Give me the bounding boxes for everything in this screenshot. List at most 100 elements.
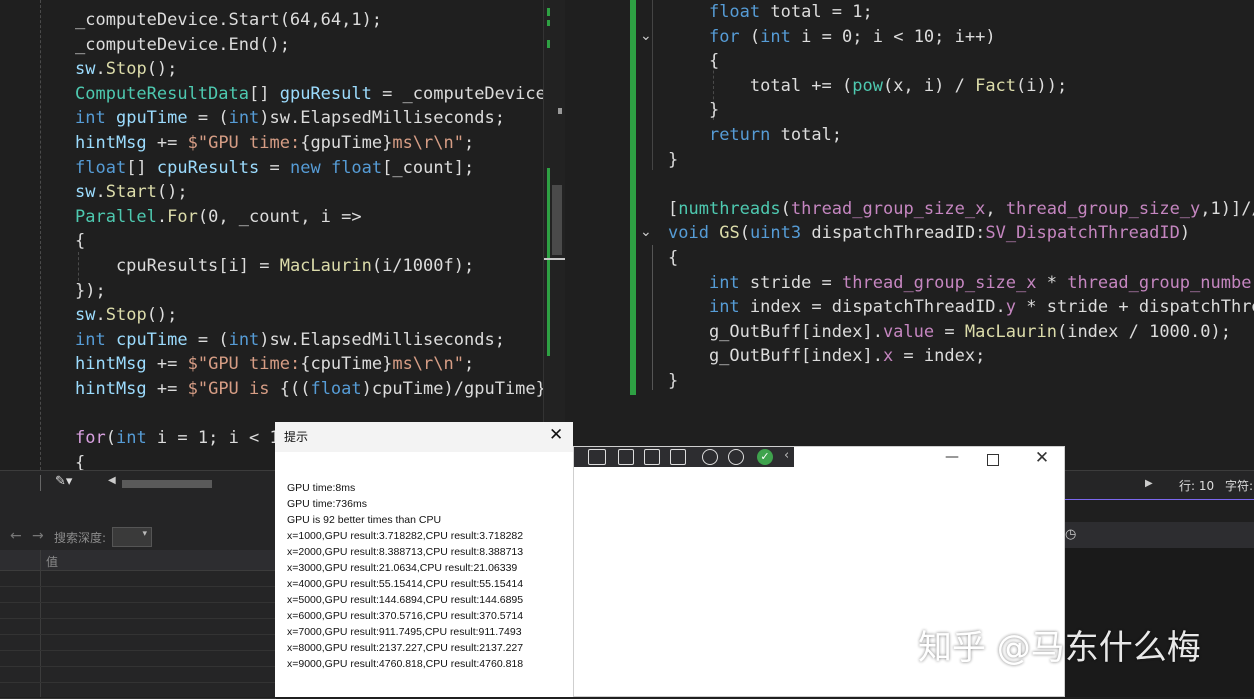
code-line: } bbox=[668, 369, 678, 394]
clock-icon[interactable]: ◷ bbox=[1065, 527, 1076, 542]
code-token: += bbox=[146, 354, 188, 375]
code-token: int bbox=[228, 108, 260, 129]
code-token: = bbox=[934, 321, 965, 342]
code-token: (i/1000f); bbox=[371, 256, 475, 276]
minimize-button[interactable]: — bbox=[940, 449, 964, 471]
dialog-text-line: GPU is 92 better times than CPU bbox=[287, 514, 442, 526]
locals-header bbox=[0, 550, 276, 571]
scrollbar-thumb[interactable] bbox=[552, 185, 562, 255]
code-token: new bbox=[289, 157, 321, 178]
code-token: cpuTime bbox=[115, 329, 188, 350]
right-status-bar: ▶ 行: 10 字符: bbox=[1065, 470, 1254, 501]
code-token: { bbox=[75, 231, 86, 252]
message-dialog[interactable]: 提示 ✕ GPU time:8ms GPU time:736ms GPU is 92… bbox=[275, 422, 573, 697]
code-line: } bbox=[668, 98, 719, 123]
right-code-editor[interactable]: ⌄ ⌄ float total = 1; for (int i = 0; i <… bbox=[598, 0, 1254, 470]
code-token: ( bbox=[739, 223, 750, 244]
locals-row[interactable] bbox=[0, 587, 276, 603]
code-token: float bbox=[330, 157, 383, 178]
code-token: ComputeResultData bbox=[75, 83, 249, 104]
code-token: hintMsg bbox=[75, 354, 147, 375]
code-token: value bbox=[882, 321, 935, 342]
code-token: )sw.ElapsedMilliseconds; bbox=[259, 329, 505, 350]
collapse-arrow-icon[interactable]: ⌄ bbox=[640, 28, 652, 44]
left-code-editor[interactable]: _computeDevice.Start(64,64,1); _computeDe… bbox=[0, 0, 565, 470]
chevron-down-icon: ▾ bbox=[142, 529, 147, 539]
brush-icon[interactable]: ✎▾ bbox=[55, 474, 72, 489]
line-number-label: 行: 10 bbox=[1179, 479, 1215, 493]
change-marker bbox=[547, 40, 550, 48]
scroll-marker bbox=[558, 108, 562, 114]
code-token: }); bbox=[75, 280, 106, 301]
search-depth-dropdown[interactable]: ▾ bbox=[112, 527, 152, 547]
code-line: hintMsg += $"GPU time:{cpuTime}ms\r\n"; bbox=[75, 352, 474, 377]
code-line: _computeDevice.Start(64,64,1); bbox=[75, 8, 382, 33]
code-line: float[] cpuResults = new float[_count]; bbox=[75, 156, 474, 181]
collapse-arrow-icon[interactable]: ⌄ bbox=[640, 224, 652, 240]
code-token: i = 0; i < 10; i++) bbox=[790, 26, 996, 47]
horizontal-scroll-thumb[interactable] bbox=[122, 480, 212, 488]
left-scrollbar[interactable] bbox=[543, 0, 565, 470]
code-token: } bbox=[668, 149, 679, 170]
track-focus-icon[interactable] bbox=[670, 449, 686, 465]
check-icon[interactable]: ✓ bbox=[757, 449, 773, 465]
code-token: {gpuTime} bbox=[300, 133, 393, 153]
search-depth-label: 搜索深度: bbox=[54, 531, 107, 545]
code-token: [] bbox=[249, 83, 280, 104]
code-token: sw bbox=[75, 59, 96, 80]
code-line: { bbox=[75, 229, 85, 254]
code-token: (); bbox=[146, 59, 178, 80]
scroll-right-icon[interactable]: ▶ bbox=[1145, 478, 1153, 489]
code-token: { bbox=[668, 51, 720, 72]
code-token: g_OutBuff[index]. bbox=[668, 346, 883, 367]
code-token: hintMsg bbox=[75, 133, 147, 153]
code-line: total += (pow(x, i) / Fact(i)); bbox=[668, 74, 1067, 99]
code-token: thread_group_size_y bbox=[1005, 198, 1201, 219]
forward-arrow-icon[interactable]: → bbox=[32, 528, 44, 544]
accessibility-icon[interactable] bbox=[728, 449, 744, 465]
code-token: for bbox=[708, 26, 740, 47]
collapse-toolbar-icon[interactable]: ‹ bbox=[784, 448, 789, 463]
code-token: {(( bbox=[279, 379, 311, 399]
locals-row[interactable] bbox=[0, 651, 276, 667]
code-token: total = 1; bbox=[760, 2, 873, 22]
dialog-text-line: x=2000,GPU result:8.388713,CPU result:8.… bbox=[287, 546, 524, 558]
locals-row[interactable] bbox=[0, 619, 276, 635]
back-arrow-icon[interactable]: ← bbox=[10, 528, 22, 544]
code-token: MacLaurin bbox=[279, 256, 372, 276]
code-token: sw bbox=[75, 182, 96, 203]
locals-row[interactable] bbox=[0, 635, 276, 651]
close-button[interactable]: ✕ bbox=[1032, 448, 1052, 470]
code-line: g_OutBuff[index].x = index; bbox=[668, 344, 985, 369]
code-token: } bbox=[668, 100, 720, 121]
scroll-left-icon[interactable]: ◀ bbox=[108, 475, 116, 486]
code-token: i = 1; i < 1 bbox=[146, 428, 280, 449]
locals-row[interactable] bbox=[0, 667, 276, 683]
code-token: = _computeDevice. bbox=[371, 83, 557, 104]
select-element-icon[interactable] bbox=[618, 449, 634, 465]
code-token: [ bbox=[668, 198, 679, 219]
locals-row[interactable] bbox=[0, 571, 276, 587]
code-token: (0, _count, i => bbox=[197, 206, 362, 227]
code-token: dispatchThreadID: bbox=[801, 223, 986, 244]
display-layout-icon[interactable] bbox=[644, 449, 660, 465]
dialog-close-button[interactable]: ✕ bbox=[549, 425, 563, 445]
code-token: float bbox=[75, 157, 127, 178]
code-line: for (int i = 0; i < 10; i++) bbox=[668, 25, 996, 50]
code-line: }); bbox=[75, 279, 106, 304]
code-line: sw.Stop(); bbox=[75, 303, 177, 328]
maximize-button[interactable] bbox=[987, 454, 999, 466]
code-token: )sw.ElapsedMilliseconds; bbox=[259, 108, 505, 129]
code-token: . bbox=[95, 182, 106, 203]
hot-reload-icon[interactable] bbox=[702, 449, 718, 465]
code-line: } bbox=[668, 148, 678, 173]
code-token: _computeDevice.End(); bbox=[75, 34, 290, 55]
camera-icon[interactable] bbox=[588, 449, 606, 465]
code-token: int bbox=[75, 329, 106, 350]
dialog-titlebar[interactable]: 提示 ✕ bbox=[275, 422, 573, 452]
dialog-text-line: GPU time:736ms bbox=[287, 498, 367, 510]
locals-row[interactable] bbox=[0, 603, 276, 619]
code-line: g_OutBuff[index].value = MacLaurin(index… bbox=[668, 320, 1231, 345]
